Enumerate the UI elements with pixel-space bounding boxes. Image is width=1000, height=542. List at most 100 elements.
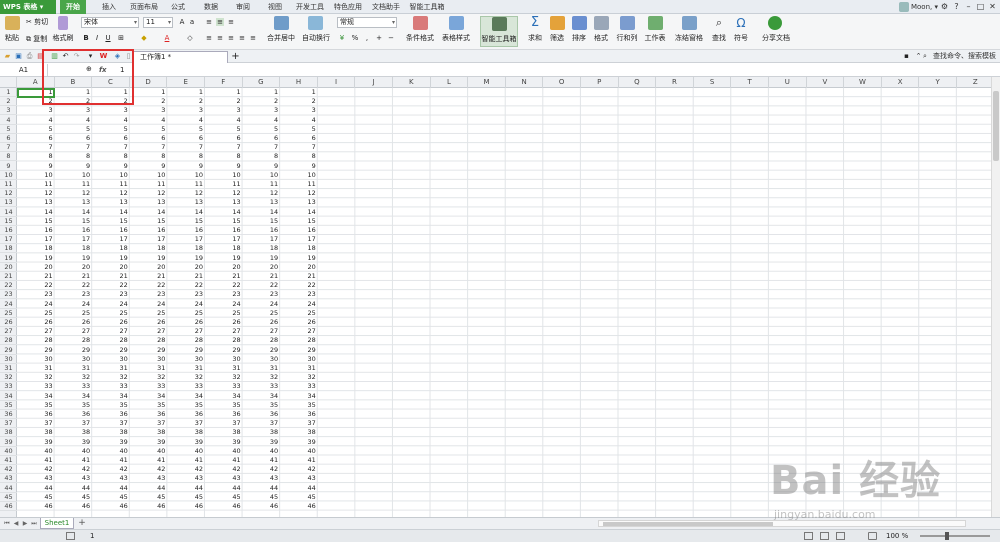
- distribute-icon[interactable]: ≡: [249, 34, 257, 42]
- cell-f25[interactable]: 25: [205, 309, 243, 318]
- sum-button[interactable]: Σ 求和: [526, 16, 544, 43]
- cell-f44[interactable]: 44: [205, 484, 243, 493]
- cell-c22[interactable]: 22: [92, 281, 130, 290]
- column-header-z[interactable]: Z: [957, 77, 995, 88]
- cell-e46[interactable]: 46: [167, 502, 205, 511]
- column-header-n[interactable]: N: [506, 77, 544, 88]
- cell-a26[interactable]: 26: [17, 318, 55, 327]
- cell-f35[interactable]: 35: [205, 401, 243, 410]
- font-name-select[interactable]: 宋体: [81, 17, 139, 28]
- cell-a38[interactable]: 38: [17, 428, 55, 437]
- cell-e9[interactable]: 9: [167, 162, 205, 171]
- page-break-view-icon[interactable]: [836, 532, 845, 540]
- cell-f34[interactable]: 34: [205, 392, 243, 401]
- cell-f38[interactable]: 38: [205, 428, 243, 437]
- column-header-x[interactable]: X: [882, 77, 920, 88]
- cell-c4[interactable]: 4: [92, 116, 130, 125]
- cell-d3[interactable]: 3: [130, 106, 168, 115]
- cell-a11[interactable]: 11: [17, 180, 55, 189]
- cell-b19[interactable]: 19: [55, 254, 93, 263]
- cell-c35[interactable]: 35: [92, 401, 130, 410]
- cell-g40[interactable]: 40: [243, 447, 281, 456]
- tab-formula[interactable]: 公式: [165, 0, 191, 14]
- cell-c21[interactable]: 21: [92, 272, 130, 281]
- cell-b24[interactable]: 24: [55, 300, 93, 309]
- cell-e43[interactable]: 43: [167, 474, 205, 483]
- cell-g18[interactable]: 18: [243, 244, 281, 253]
- cell-d12[interactable]: 12: [130, 189, 168, 198]
- row-header-36[interactable]: 36: [0, 410, 17, 419]
- cell-d16[interactable]: 16: [130, 226, 168, 235]
- cell-e13[interactable]: 13: [167, 198, 205, 207]
- column-header-t[interactable]: T: [731, 77, 769, 88]
- cell-c18[interactable]: 18: [92, 244, 130, 253]
- cell-c2[interactable]: 2: [92, 97, 130, 106]
- cell-g12[interactable]: 12: [243, 189, 281, 198]
- cell-a15[interactable]: 15: [17, 217, 55, 226]
- cell-h20[interactable]: 20: [280, 263, 318, 272]
- cell-h28[interactable]: 28: [280, 336, 318, 345]
- cell-c15[interactable]: 15: [92, 217, 130, 226]
- cell-c13[interactable]: 13: [92, 198, 130, 207]
- align-left-icon[interactable]: ≡: [205, 34, 213, 42]
- cell-d31[interactable]: 31: [130, 364, 168, 373]
- cell-d24[interactable]: 24: [130, 300, 168, 309]
- cell-a22[interactable]: 22: [17, 281, 55, 290]
- collapse-ribbon-icon[interactable]: ⌃: [914, 52, 923, 61]
- save-icon[interactable]: ▣: [14, 52, 23, 61]
- row-header-30[interactable]: 30: [0, 355, 17, 364]
- cell-e10[interactable]: 10: [167, 171, 205, 180]
- cell-a19[interactable]: 19: [17, 254, 55, 263]
- row-header-42[interactable]: 42: [0, 465, 17, 475]
- row-header-4[interactable]: 4: [0, 116, 17, 125]
- format-painter-button[interactable]: 格式刷: [52, 16, 74, 43]
- first-sheet-icon[interactable]: ⏮: [3, 519, 11, 528]
- cell-f22[interactable]: 22: [205, 281, 243, 290]
- cell-e15[interactable]: 15: [167, 217, 205, 226]
- cell-a21[interactable]: 21: [17, 272, 55, 281]
- cell-g2[interactable]: 2: [243, 97, 281, 106]
- sort-button[interactable]: 排序: [570, 16, 588, 43]
- tab-data[interactable]: 数据: [198, 0, 224, 14]
- cell-b13[interactable]: 13: [55, 198, 93, 207]
- cell-c36[interactable]: 36: [92, 410, 130, 419]
- cell-d19[interactable]: 19: [130, 254, 168, 263]
- row-header-37[interactable]: 37: [0, 419, 17, 429]
- cell-b31[interactable]: 31: [55, 364, 93, 373]
- cell-b12[interactable]: 12: [55, 189, 93, 198]
- row-header-31[interactable]: 31: [0, 364, 17, 373]
- column-header-e[interactable]: E: [167, 77, 205, 88]
- cell-g23[interactable]: 23: [243, 290, 281, 299]
- column-header-k[interactable]: K: [393, 77, 431, 88]
- cell-h12[interactable]: 12: [280, 189, 318, 198]
- column-header-r[interactable]: R: [656, 77, 694, 88]
- cell-e11[interactable]: 11: [167, 180, 205, 189]
- cell-b34[interactable]: 34: [55, 392, 93, 401]
- cell-c14[interactable]: 14: [92, 208, 130, 217]
- cell-c44[interactable]: 44: [92, 484, 130, 493]
- cell-h34[interactable]: 34: [280, 392, 318, 401]
- row-header-46[interactable]: 46: [0, 502, 17, 511]
- cell-b2[interactable]: 2: [55, 97, 93, 106]
- cell-g24[interactable]: 24: [243, 300, 281, 309]
- cell-f12[interactable]: 12: [205, 189, 243, 198]
- cell-h7[interactable]: 7: [280, 143, 318, 152]
- row-header-6[interactable]: 6: [0, 134, 17, 143]
- align-center-icon[interactable]: ≡: [216, 34, 224, 42]
- cell-d23[interactable]: 23: [130, 290, 168, 299]
- cell-h25[interactable]: 25: [280, 309, 318, 318]
- cell-h40[interactable]: 40: [280, 447, 318, 456]
- cell-a29[interactable]: 29: [17, 346, 55, 355]
- cell-a18[interactable]: 18: [17, 244, 55, 253]
- cell-e17[interactable]: 17: [167, 235, 205, 244]
- cell-c45[interactable]: 45: [92, 493, 130, 502]
- cell-b29[interactable]: 29: [55, 346, 93, 355]
- cell-e19[interactable]: 19: [167, 254, 205, 263]
- cell-f42[interactable]: 42: [205, 465, 243, 474]
- cell-g37[interactable]: 37: [243, 419, 281, 428]
- cell-h30[interactable]: 30: [280, 355, 318, 364]
- tab-page-layout[interactable]: 页面布局: [126, 0, 162, 14]
- cell-e12[interactable]: 12: [167, 189, 205, 198]
- cell-h4[interactable]: 4: [280, 116, 318, 125]
- cell-b40[interactable]: 40: [55, 447, 93, 456]
